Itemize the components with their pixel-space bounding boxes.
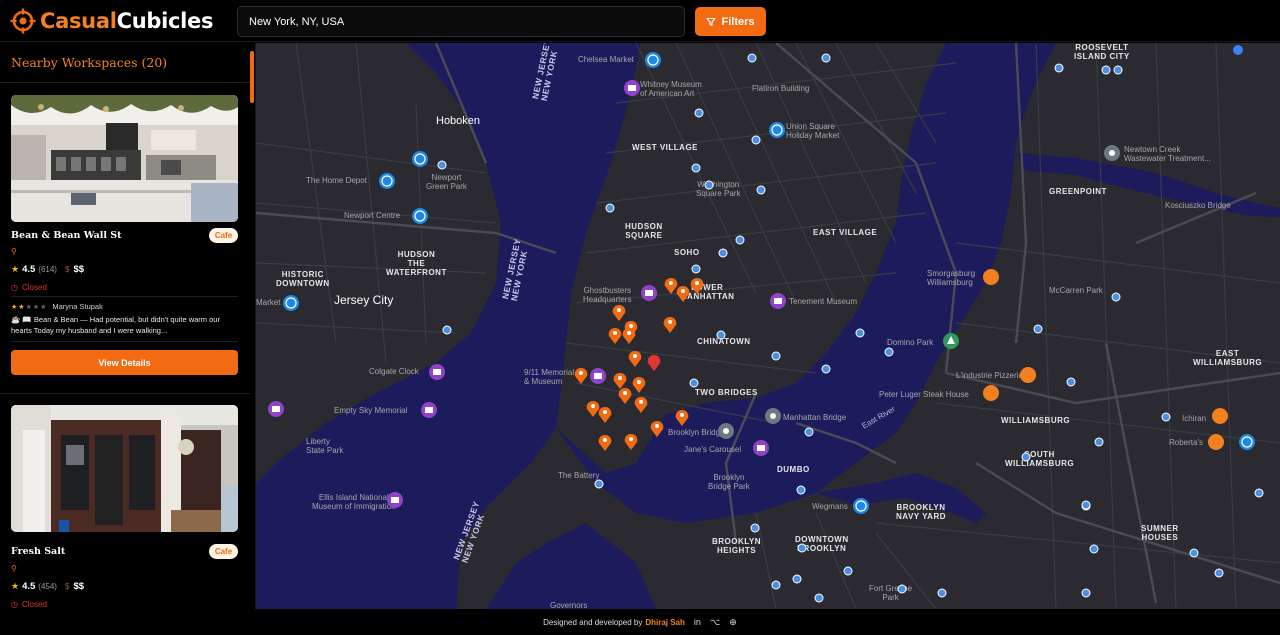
clock-icon: ◷: [11, 283, 18, 292]
price-icon: $: [64, 582, 70, 591]
landmark-marker-icon: [718, 145, 1120, 439]
review-text: ☕ 📖 Bean & Bean — Had potential, but did…: [11, 315, 220, 335]
location-pin-icon: ⚲: [11, 564, 17, 573]
workspace-name[interactable]: Bean & Bean Wall St: [11, 230, 122, 241]
review-snippet: ★★★★★ Maryna Stupak ☕ 📖 Bean & Bean — Ha…: [11, 296, 238, 342]
footer-credit: Designed and developed by: [543, 617, 643, 627]
target-logo-icon: [10, 8, 36, 34]
location-search-input[interactable]: New York, NY, USA: [237, 6, 685, 37]
sidebar-title: Nearby Workspaces (20): [11, 55, 168, 70]
status-text: Closed: [21, 600, 47, 609]
map-label-clinton-hill: [1233, 45, 1243, 57]
open-status: ◷ Closed: [11, 283, 47, 292]
linkedin-icon[interactable]: in: [694, 617, 701, 627]
review-stars-icon: ★★★★★: [11, 303, 48, 311]
workspace-name[interactable]: Fresh Salt: [11, 546, 65, 557]
rating-value: 4.5: [22, 581, 36, 592]
map-view[interactable]: Chelsea Market Whitney Museum of America…: [256, 43, 1280, 609]
app-brand: CasualCubicles: [40, 9, 214, 33]
category-badge: Cafe: [209, 228, 238, 243]
filters-button[interactable]: Filters: [695, 7, 766, 36]
search-value: New York, NY, USA: [249, 15, 345, 28]
location-pin-icon: ⚲: [11, 247, 17, 256]
app-logo[interactable]: CasualCubicles: [10, 6, 214, 36]
rating-row: ★ 4.5 (454) $ $$: [11, 581, 84, 592]
rating-count: (454): [38, 582, 57, 591]
status-text: Closed: [21, 283, 47, 292]
divider: [0, 393, 250, 394]
transit-marker-icon: [437, 53, 1264, 603]
rating-count: (614): [38, 265, 57, 274]
museum-marker-icon: [268, 80, 786, 508]
workspace-photo[interactable]: [11, 405, 238, 532]
view-details-button[interactable]: View Details: [11, 350, 238, 375]
globe-icon[interactable]: ⊕: [729, 617, 737, 628]
filters-label: Filters: [721, 15, 755, 28]
store-marker-icon: [282, 51, 1256, 515]
workspace-sidebar: Nearby Workspaces (20) Bean & Bean Wall …: [0, 43, 256, 609]
restaurant-marker-icon: [983, 269, 1228, 450]
app-header: CasualCubicles New York, NY, USA Filters: [0, 0, 1280, 42]
divider: [0, 82, 250, 83]
price-icon: $: [64, 265, 70, 274]
coworking-marker-icon: [574, 278, 704, 451]
workspace-markers-layer: [268, 51, 1264, 603]
category-badge: Cafe: [209, 544, 238, 559]
price-level: $$: [73, 581, 85, 592]
open-status: ◷ Closed: [11, 600, 47, 609]
star-icon: ★: [11, 264, 20, 274]
price-level: $$: [73, 264, 85, 275]
sidebar-scrollbar[interactable]: [250, 51, 254, 103]
app-footer: Designed and developed by Dhiraj Sah in …: [0, 609, 1280, 635]
review-author: Maryna Stupak: [52, 302, 103, 311]
github-icon[interactable]: ⌥: [710, 617, 720, 628]
workspace-card[interactable]: Fresh Salt Cafe ⚲ ★ 4.5 (454) $ $$ ◷ Clo…: [11, 405, 238, 609]
star-icon: ★: [11, 581, 20, 591]
filter-icon: [706, 17, 717, 26]
workspace-photo[interactable]: [11, 95, 238, 222]
rating-value: 4.5: [22, 264, 36, 275]
clock-icon: ◷: [11, 600, 18, 609]
rating-row: ★ 4.5 (614) $ $$: [11, 264, 84, 275]
developer-link[interactable]: Dhiraj Sah: [645, 618, 685, 627]
